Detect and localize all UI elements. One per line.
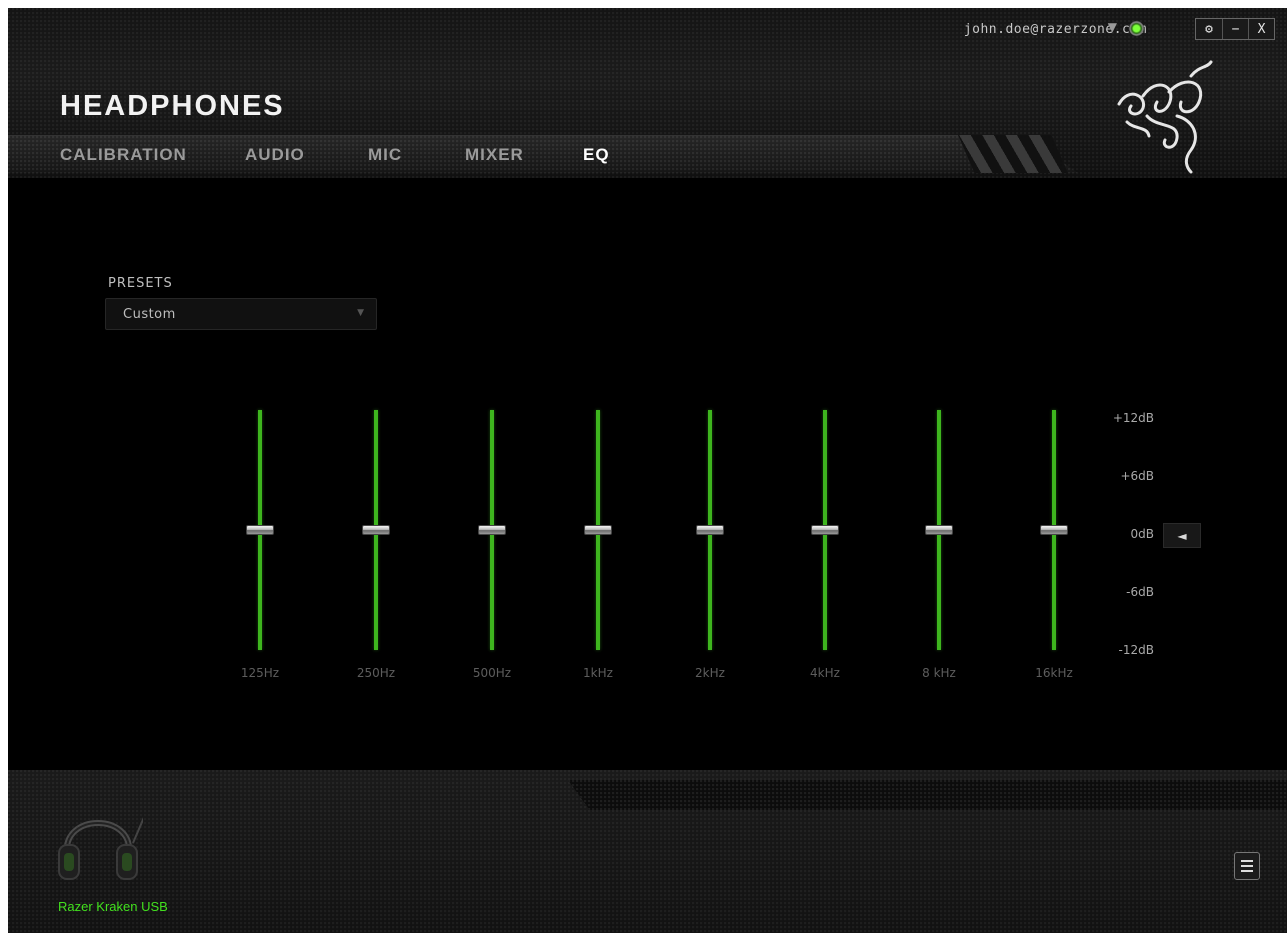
- eq-band: 16kHz: [1014, 398, 1094, 688]
- close-icon: X: [1257, 21, 1266, 37]
- eq-slider-handle[interactable]: [246, 525, 274, 535]
- gear-icon: ⚙: [1205, 21, 1213, 37]
- arrow-left-icon: ◄: [1177, 528, 1187, 543]
- eq-slider-handle[interactable]: [584, 525, 612, 535]
- tab-eq[interactable]: EQ: [583, 145, 610, 165]
- close-button[interactable]: X: [1248, 19, 1274, 39]
- eq-band: 2kHz: [670, 398, 750, 688]
- synapse-window: john.doe@razerzone.com ▼ ⚙ − X HEADPHONE…: [8, 8, 1287, 933]
- tab-bar-decoration: [958, 135, 1068, 173]
- account-dropdown-icon[interactable]: ▼: [1108, 20, 1117, 34]
- eq-band-label: 1kHz: [583, 666, 613, 680]
- online-status-icon[interactable]: [1129, 21, 1144, 36]
- headset-image[interactable]: [53, 793, 143, 893]
- device-name[interactable]: Razer Kraken USB: [58, 899, 168, 914]
- footer-decoration: [568, 780, 1287, 810]
- tab-audio[interactable]: AUDIO: [245, 145, 305, 165]
- eq-band: 500Hz: [452, 398, 532, 688]
- hamburger-icon-line: [1241, 865, 1253, 867]
- eq-slider-handle[interactable]: [362, 525, 390, 535]
- presets-label: PRESETS: [108, 276, 173, 291]
- eq-slider-handle[interactable]: [1040, 525, 1068, 535]
- tab-mic[interactable]: MIC: [368, 145, 402, 165]
- db-label-plus-6: +6dB: [1120, 469, 1154, 483]
- db-label-minus-12: -12dB: [1118, 643, 1154, 657]
- tab-mixer[interactable]: MIXER: [465, 145, 524, 165]
- tab-calibration[interactable]: CALIBRATION: [60, 145, 187, 165]
- page-title: HEADPHONES: [60, 90, 285, 122]
- eq-slider-handle[interactable]: [478, 525, 506, 535]
- minimize-icon: −: [1231, 21, 1240, 37]
- db-label-zero: 0dB: [1130, 527, 1154, 541]
- hamburger-icon-line: [1241, 870, 1253, 872]
- eq-band: 250Hz: [336, 398, 416, 688]
- reset-eq-button[interactable]: ◄: [1163, 523, 1201, 548]
- eq-slider-handle[interactable]: [925, 525, 953, 535]
- settings-button[interactable]: ⚙: [1196, 19, 1222, 39]
- eq-band: 8 kHz: [899, 398, 979, 688]
- eq-band-label: 8 kHz: [922, 666, 956, 680]
- hamburger-icon-line: [1241, 860, 1253, 862]
- menu-button[interactable]: [1234, 852, 1260, 880]
- eq-band: 1kHz: [558, 398, 638, 688]
- razer-logo-icon: [1117, 60, 1213, 174]
- presets-selected-value: Custom: [123, 307, 176, 322]
- eq-band: 125Hz: [220, 398, 300, 688]
- eq-band-label: 2kHz: [695, 666, 725, 680]
- eq-slider-handle[interactable]: [811, 525, 839, 535]
- eq-band-label: 125Hz: [240, 666, 280, 680]
- eq-band-label: 16kHz: [1035, 666, 1073, 680]
- eq-slider-handle[interactable]: [696, 525, 724, 535]
- account-email[interactable]: john.doe@razerzone.com: [964, 22, 1147, 37]
- db-label-plus-12: +12dB: [1112, 411, 1154, 425]
- eq-band-label: 250Hz: [356, 666, 396, 680]
- window-controls: ⚙ − X: [1195, 18, 1275, 40]
- minimize-button[interactable]: −: [1222, 19, 1248, 39]
- eq-band-label: 4kHz: [810, 666, 840, 680]
- eq-band: 4kHz: [785, 398, 865, 688]
- db-label-minus-6: -6dB: [1126, 585, 1154, 599]
- chevron-down-icon: ▼: [357, 308, 364, 318]
- presets-dropdown[interactable]: Custom ▼: [105, 298, 377, 330]
- eq-band-label: 500Hz: [472, 666, 512, 680]
